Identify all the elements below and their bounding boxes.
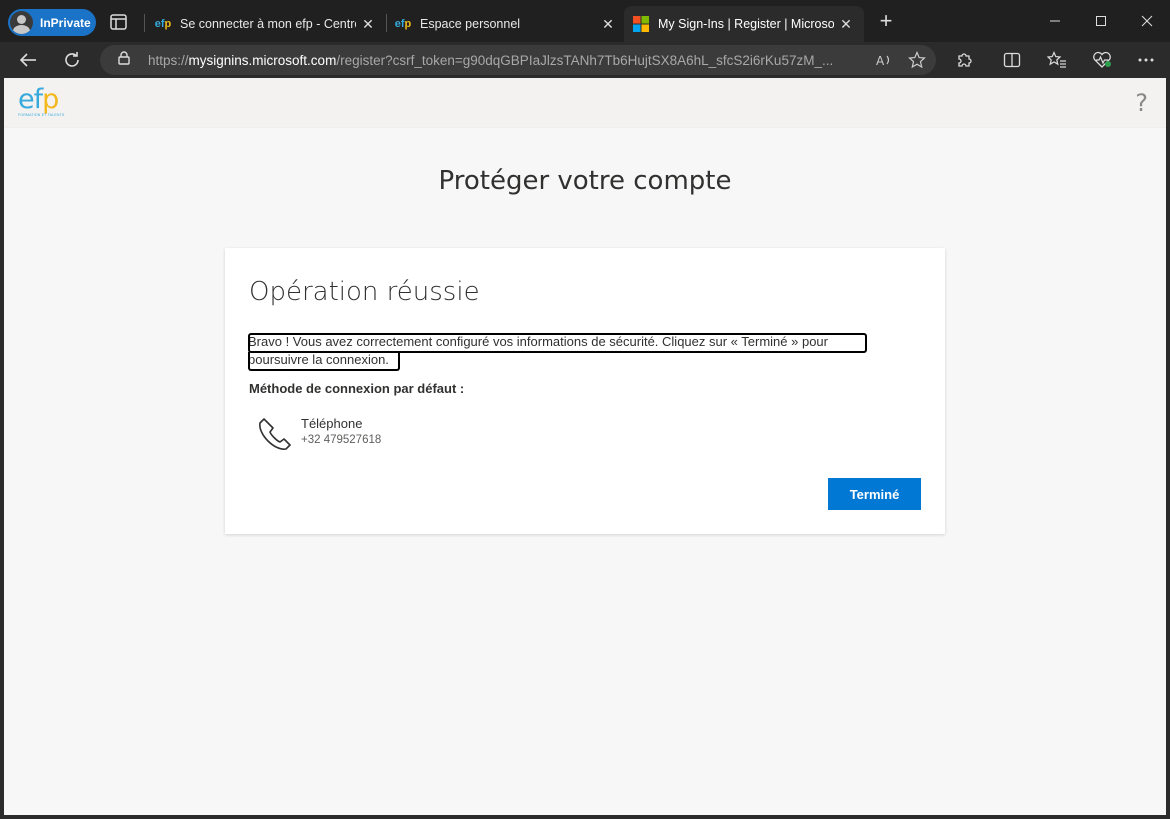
favorite-star-icon[interactable]	[904, 47, 930, 73]
logo-letter-p: p	[42, 84, 59, 115]
page-title: Protéger votre compte	[438, 166, 732, 196]
logo-letter-e: e	[18, 84, 35, 115]
split-screen-icon[interactable]	[998, 46, 1026, 74]
url-host: mysignins.microsoft.com	[188, 52, 337, 68]
tab-title: My Sign-Ins | Register | Microsoft	[658, 17, 834, 31]
focus-outline	[248, 352, 400, 371]
new-tab-button[interactable]: +	[874, 10, 898, 34]
url-scheme: https://	[148, 52, 189, 68]
maximize-button[interactable]	[1078, 0, 1124, 42]
efp-logo: efp FORMATION ET TALENTS	[18, 84, 68, 121]
favorites-icon[interactable]	[1043, 46, 1071, 74]
minimize-button[interactable]	[1032, 0, 1078, 42]
close-tab-icon[interactable]: ✕	[596, 12, 620, 36]
profile-avatar-icon	[10, 11, 33, 34]
focus-outline	[248, 333, 867, 353]
refresh-button[interactable]	[58, 46, 86, 74]
efp-favicon-icon: efp	[154, 18, 172, 30]
close-window-button[interactable]	[1124, 0, 1170, 42]
read-aloud-icon[interactable]: A	[872, 47, 898, 73]
inprivate-label: InPrivate	[40, 15, 91, 30]
close-tab-icon[interactable]: ✕	[356, 12, 380, 36]
page-header: efp FORMATION ET TALENTS ?	[4, 78, 1166, 128]
card-heading: Opération réussie	[249, 277, 480, 307]
tab-title: Espace personnel	[420, 17, 521, 31]
browser-essentials-icon[interactable]	[1088, 46, 1116, 74]
svg-text:A: A	[876, 54, 885, 67]
microsoft-favicon-icon	[632, 15, 650, 33]
address-bar[interactable]: https://mysignins.microsoft.com/register…	[100, 45, 936, 75]
settings-more-icon[interactable]	[1132, 46, 1160, 74]
page-viewport: efp FORMATION ET TALENTS ? Protéger votr…	[4, 78, 1166, 815]
tab-separator	[144, 14, 145, 32]
tab-espace-personnel[interactable]: efp Espace personnel ✕	[386, 6, 626, 42]
inprivate-badge[interactable]: InPrivate	[8, 9, 96, 36]
method-name: Téléphone	[301, 416, 363, 431]
help-icon[interactable]: ?	[1135, 89, 1148, 117]
logo-letter-f: f	[33, 84, 43, 115]
url-path: /register?csrf_token=g90dqGBPIaJlzsTANh7…	[336, 52, 834, 68]
tab-actions-icon[interactable]	[108, 12, 130, 32]
tab-strip: InPrivate efp Se connecter à mon efp - C…	[0, 0, 1170, 42]
logo-tagline: FORMATION ET TALENTS	[18, 113, 65, 117]
default-method-entry: Téléphone +32 479527618	[255, 415, 381, 451]
tab-my-sign-ins[interactable]: My Sign-Ins | Register | Microsoft ✕	[624, 6, 864, 42]
efp-favicon-icon: efp	[394, 18, 412, 30]
lock-icon[interactable]	[118, 50, 132, 70]
phone-icon	[255, 415, 291, 451]
done-button[interactable]: Terminé	[828, 478, 921, 510]
close-tab-icon[interactable]: ✕	[834, 12, 858, 36]
tab-efp-login[interactable]: efp Se connecter à mon efp - Centre d ✕	[146, 6, 386, 42]
extensions-icon[interactable]	[950, 46, 978, 74]
default-method-label: Méthode de connexion par défaut :	[249, 381, 465, 396]
tab-title: Se connecter à mon efp - Centre d	[180, 17, 356, 31]
url-text[interactable]: https://mysignins.microsoft.com/register…	[148, 53, 872, 68]
navigation-bar: https://mysignins.microsoft.com/register…	[0, 42, 1170, 78]
success-card: Opération réussie Bravo ! Vous avez corr…	[225, 248, 945, 534]
back-button[interactable]	[14, 46, 42, 74]
method-phone-number: +32 479527618	[301, 434, 382, 446]
